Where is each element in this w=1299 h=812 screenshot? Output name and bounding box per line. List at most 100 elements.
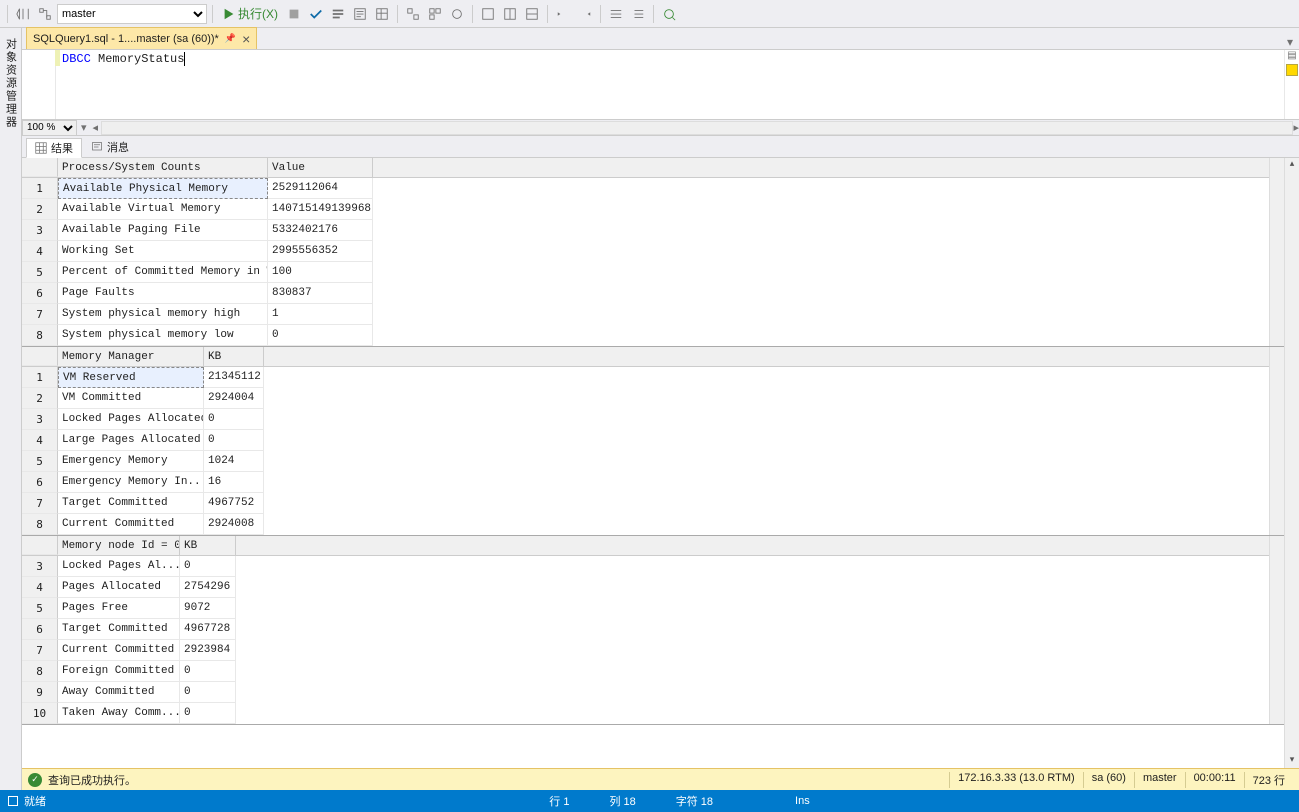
row-header-corner[interactable] bbox=[22, 536, 58, 555]
execute-button[interactable]: 执行(X) bbox=[218, 5, 282, 22]
row-number[interactable]: 4 bbox=[22, 430, 58, 451]
table-row[interactable]: 7Target Committed4967752 bbox=[22, 493, 1269, 514]
table-cell[interactable]: Percent of Committed Memory in WS bbox=[58, 262, 268, 283]
table-row[interactable]: 5Pages Free9072 bbox=[22, 598, 1269, 619]
table-row[interactable]: 8Foreign Committed0 bbox=[22, 661, 1269, 682]
column-header[interactable]: Process/System Counts bbox=[58, 158, 268, 177]
results-grid-icon[interactable] bbox=[372, 4, 392, 24]
column-header[interactable]: KB bbox=[180, 536, 236, 555]
grid-vertical-scrollbar[interactable] bbox=[1269, 536, 1284, 724]
table-row[interactable]: 4Large Pages Allocated0 bbox=[22, 430, 1269, 451]
row-number[interactable]: 8 bbox=[22, 325, 58, 346]
table-cell[interactable]: 0 bbox=[268, 325, 373, 346]
table-cell[interactable]: 1024 bbox=[204, 451, 264, 472]
table-cell[interactable]: Foreign Committed bbox=[58, 661, 180, 682]
uncomment-icon[interactable] bbox=[628, 4, 648, 24]
outer-vertical-scrollbar[interactable]: ▴ ▾ bbox=[1284, 158, 1299, 768]
row-header-corner[interactable] bbox=[22, 158, 58, 177]
table-cell[interactable]: 2529112064 bbox=[268, 178, 373, 199]
table-cell[interactable]: System physical memory high bbox=[58, 304, 268, 325]
row-number[interactable]: 10 bbox=[22, 703, 58, 724]
row-number[interactable]: 6 bbox=[22, 619, 58, 640]
grid-vertical-scrollbar[interactable] bbox=[1269, 347, 1284, 535]
horizontal-scrollbar[interactable] bbox=[101, 121, 1293, 135]
table-cell[interactable]: Target Committed bbox=[58, 493, 204, 514]
table-cell[interactable]: 0 bbox=[180, 682, 236, 703]
table-cell[interactable]: 830837 bbox=[268, 283, 373, 304]
column-header[interactable]: Value bbox=[268, 158, 373, 177]
table-cell[interactable]: Available Virtual Memory bbox=[58, 199, 268, 220]
table-cell[interactable]: 2923984 bbox=[180, 640, 236, 661]
table-cell[interactable]: Large Pages Allocated bbox=[58, 430, 204, 451]
table-cell[interactable]: 4967728 bbox=[180, 619, 236, 640]
table-row[interactable]: 2Available Virtual Memory140715149139968 bbox=[22, 199, 1269, 220]
table-row[interactable]: 8System physical memory low0 bbox=[22, 325, 1269, 346]
table-cell[interactable]: VM Committed bbox=[58, 388, 204, 409]
table-cell[interactable]: Pages Allocated bbox=[58, 577, 180, 598]
query-tab[interactable]: SQLQuery1.sql - 1....master (sa (60))* 📌… bbox=[26, 27, 257, 49]
table-row[interactable]: 1VM Reserved21345112 bbox=[22, 367, 1269, 388]
row-number[interactable]: 1 bbox=[22, 178, 58, 199]
table-cell[interactable]: Away Committed bbox=[58, 682, 180, 703]
table-row[interactable]: 8Current Committed2924008 bbox=[22, 514, 1269, 535]
table-cell[interactable]: System physical memory low bbox=[58, 325, 268, 346]
row-number[interactable]: 3 bbox=[22, 220, 58, 241]
table-cell[interactable]: Current Committed bbox=[58, 640, 180, 661]
table-row[interactable]: 9Away Committed0 bbox=[22, 682, 1269, 703]
table-cell[interactable]: Available Physical Memory bbox=[58, 178, 268, 199]
table-row[interactable]: 4Pages Allocated2754296 bbox=[22, 577, 1269, 598]
table-cell[interactable]: 2924008 bbox=[204, 514, 264, 535]
table-cell[interactable]: 4967752 bbox=[204, 493, 264, 514]
table-row[interactable]: 6Target Committed4967728 bbox=[22, 619, 1269, 640]
table-cell[interactable]: Emergency Memory bbox=[58, 451, 204, 472]
row-header-corner[interactable] bbox=[22, 347, 58, 366]
scroll-down-icon[interactable]: ▾ bbox=[1285, 754, 1299, 768]
table-cell[interactable]: 9072 bbox=[180, 598, 236, 619]
toggle-1-icon[interactable] bbox=[403, 4, 423, 24]
table-row[interactable]: 3Available Paging File5332402176 bbox=[22, 220, 1269, 241]
close-icon[interactable]: × bbox=[242, 32, 250, 46]
code-content[interactable]: DBCC MemoryStatus bbox=[56, 50, 1284, 119]
row-number[interactable]: 1 bbox=[22, 367, 58, 388]
column-header[interactable]: Memory node Id = 0 bbox=[58, 536, 180, 555]
database-selector[interactable]: master bbox=[57, 4, 207, 24]
intellisense-icon[interactable] bbox=[659, 4, 679, 24]
row-number[interactable]: 8 bbox=[22, 514, 58, 535]
zoom-dropdown-icon[interactable]: ▾ bbox=[81, 121, 87, 134]
outdent-icon[interactable] bbox=[575, 4, 595, 24]
table-cell[interactable]: Emergency Memory In... bbox=[58, 472, 204, 493]
table-row[interactable]: 5Emergency Memory1024 bbox=[22, 451, 1269, 472]
table-cell[interactable]: 1 bbox=[268, 304, 373, 325]
table-cell[interactable]: VM Reserved bbox=[58, 367, 204, 388]
row-number[interactable]: 3 bbox=[22, 556, 58, 577]
table-cell[interactable]: 0 bbox=[204, 430, 264, 451]
table-row[interactable]: 7System physical memory high1 bbox=[22, 304, 1269, 325]
zoom-select[interactable]: 100 % bbox=[22, 120, 77, 136]
table-row[interactable]: 6Page Faults830837 bbox=[22, 283, 1269, 304]
table-cell[interactable]: Taken Away Comm... bbox=[58, 703, 180, 724]
column-header[interactable]: KB bbox=[204, 347, 264, 366]
row-number[interactable]: 9 bbox=[22, 682, 58, 703]
tab-messages[interactable]: 消息 bbox=[82, 137, 138, 157]
history-back-icon[interactable] bbox=[13, 4, 33, 24]
table-cell[interactable]: 140715149139968 bbox=[268, 199, 373, 220]
table-cell[interactable]: Locked Pages Allocated bbox=[58, 409, 204, 430]
table-row[interactable]: 7Current Committed2923984 bbox=[22, 640, 1269, 661]
object-explorer-tab[interactable]: 对象资源管理器 bbox=[0, 28, 22, 790]
scroll-right-icon[interactable]: ▸ bbox=[1293, 121, 1299, 134]
code-editor[interactable]: DBCC MemoryStatus ▤ bbox=[22, 50, 1299, 120]
table-cell[interactable]: 2924004 bbox=[204, 388, 264, 409]
table-cell[interactable]: Current Committed bbox=[58, 514, 204, 535]
row-number[interactable]: 6 bbox=[22, 472, 58, 493]
toggle-2-icon[interactable] bbox=[425, 4, 445, 24]
indent-icon[interactable] bbox=[553, 4, 573, 24]
toggle-3-icon[interactable] bbox=[447, 4, 467, 24]
table-row[interactable]: 6Emergency Memory In...16 bbox=[22, 472, 1269, 493]
table-row[interactable]: 4Working Set2995556352 bbox=[22, 241, 1269, 262]
table-cell[interactable]: 100 bbox=[268, 262, 373, 283]
options-1-icon[interactable] bbox=[478, 4, 498, 24]
split-handle-icon[interactable]: ▤ bbox=[1287, 50, 1296, 61]
grid-vertical-scrollbar[interactable] bbox=[1269, 158, 1284, 346]
row-number[interactable]: 7 bbox=[22, 304, 58, 325]
row-number[interactable]: 5 bbox=[22, 262, 58, 283]
